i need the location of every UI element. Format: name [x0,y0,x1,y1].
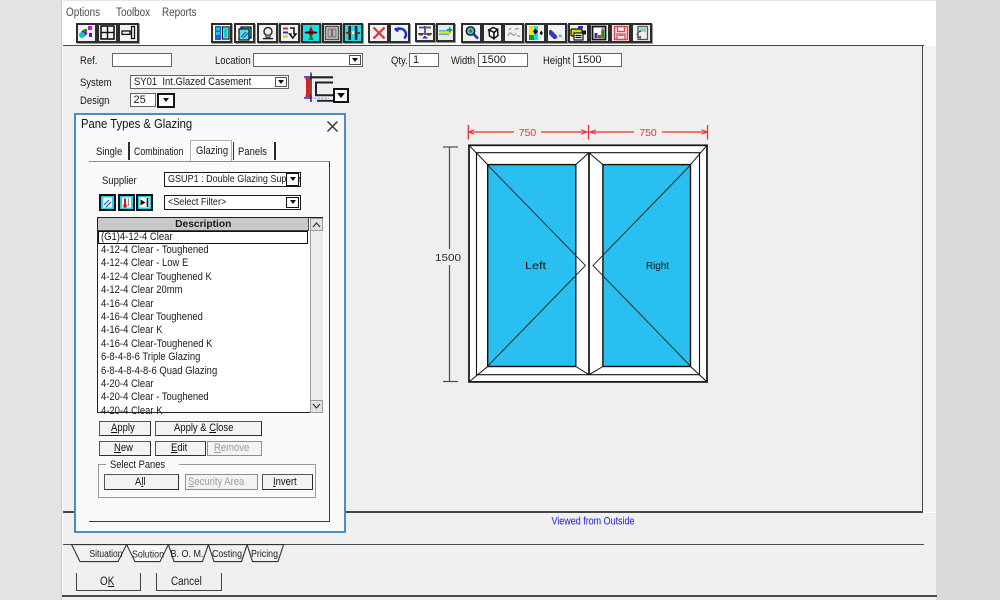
svg-text:Situation: Situation [90,548,123,560]
svg-text:Pricing: Pricing [251,548,278,560]
svg-text:Viewed from Outside: Viewed from Outside [552,516,635,528]
svg-text:Solution: Solution [132,549,164,561]
svg-text:Costing: Costing [212,548,242,560]
svg-text:Right: Right [646,260,669,272]
svg-text:750: 750 [639,127,657,139]
svg-text:750: 750 [519,127,537,139]
svg-text:1500: 1500 [435,252,461,264]
svg-text:B. O. M.: B. O. M. [171,548,204,560]
svg-text:Left: Left [525,260,546,272]
